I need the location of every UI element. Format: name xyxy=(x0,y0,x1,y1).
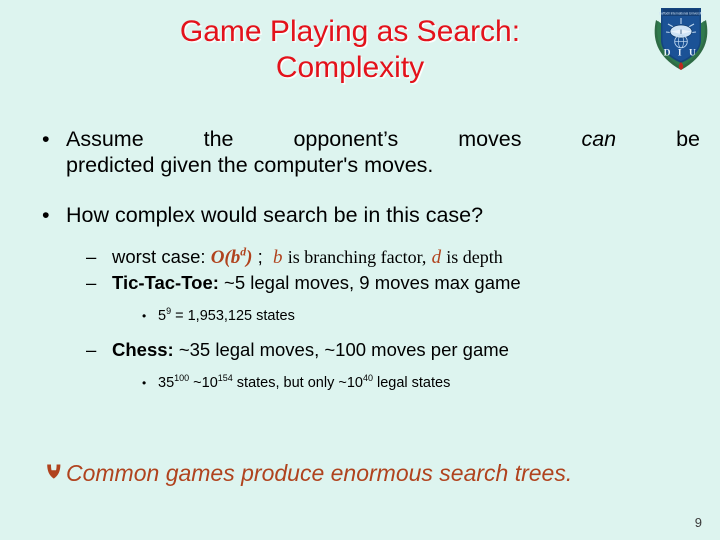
page-title: Game Playing as Search: Complexity xyxy=(60,14,640,86)
subbullet-worst-case: – worst case: O(bd) ; b is branching fac… xyxy=(78,244,700,270)
sub1-text-b: is branching factor, xyxy=(287,247,427,267)
chess-mid-2: states, but only ~10 xyxy=(232,375,363,391)
subbullet-chess: – Chess: ~35 legal moves, ~100 moves per… xyxy=(78,337,700,362)
ttt-states-rest: = 1,953,125 states xyxy=(171,308,295,324)
diu-letters: D I U xyxy=(664,49,699,59)
sub1-var-d: d xyxy=(431,247,442,268)
bullet-marker-icon: • xyxy=(142,309,147,323)
closing-text: Common games produce enormous search tre… xyxy=(66,460,573,486)
chess-base-1: 35 xyxy=(158,375,175,391)
bullet-marker-icon: • xyxy=(42,203,50,227)
bullet-how-complex: • How complex would search be in this ca… xyxy=(30,202,700,228)
chess-tail: legal states xyxy=(372,375,451,391)
ttt-states-base: 5 xyxy=(158,308,167,324)
diu-crest-icon: Daffodil International University D I U xyxy=(654,8,708,70)
svg-text:Daffodil International Univers: Daffodil International University xyxy=(659,12,703,16)
dash-marker-icon: – xyxy=(86,339,97,360)
bullet-marker-icon: • xyxy=(142,376,147,390)
slide-canvas: Daffodil International University D I U xyxy=(0,0,720,540)
bullet1-line2: predicted given the computer's moves. xyxy=(66,153,434,177)
sub1-separator: ; xyxy=(257,246,263,267)
title-line-1: Game Playing as Search: xyxy=(179,15,521,48)
sub1-label: worst case: xyxy=(112,246,206,267)
slide-body: • Assume the opponent’s moves can be pre… xyxy=(30,126,700,394)
sub3-text: ~35 legal moves, ~100 moves per game xyxy=(178,339,509,360)
sub1-formula: O(bd) xyxy=(210,246,253,268)
sub3-label: Chess: xyxy=(112,339,174,360)
title-line-2: Complexity xyxy=(275,51,425,84)
bullet-marker-icon: • xyxy=(42,127,50,151)
chess-exponent-3: 40 xyxy=(362,373,373,384)
sub1-var-b: b xyxy=(273,247,283,268)
detail-chess-states: • 35100 ~10154 states, but only ~1040 le… xyxy=(136,372,700,394)
arrow-bullet-icon xyxy=(44,460,64,490)
curved-arrow-icon xyxy=(47,464,61,479)
subbullet-tic-tac-toe: – Tic-Tac-Toe: ~5 legal moves, 9 moves m… xyxy=(78,270,700,295)
sub1-text-d: is depth xyxy=(446,247,503,267)
university-logo: Daffodil International University D I U xyxy=(650,4,712,72)
closing-statement: Common games produce enormous search tre… xyxy=(44,458,684,490)
bullet1-w5: be xyxy=(676,127,700,151)
page-number: 9 xyxy=(694,515,702,530)
bullet1-w3: opponent’s xyxy=(293,127,399,151)
bullet1-w1: Assume xyxy=(66,127,144,151)
bullet2-text: How complex would search be in this case… xyxy=(66,203,484,227)
sub2-label: Tic-Tac-Toe: xyxy=(112,272,219,293)
bullet1-line1: Assume the opponent’s moves can be xyxy=(66,126,700,152)
bullet1-w2: the xyxy=(203,127,234,151)
sub2-text: ~5 legal moves, 9 moves max game xyxy=(224,272,521,293)
chess-exponent-2: 154 xyxy=(217,373,233,384)
dash-marker-icon: – xyxy=(86,272,97,293)
chess-exponent-1: 100 xyxy=(174,373,190,384)
chess-mid-1: ~10 xyxy=(189,375,218,391)
dash-marker-icon: – xyxy=(86,246,97,267)
sub1-formula-base: O(b xyxy=(210,247,241,268)
bullet-assume-opponent: • Assume the opponent’s moves can be pre… xyxy=(30,126,700,178)
bullet1-w4: moves xyxy=(458,127,522,151)
bullet1-emphasis-can: can xyxy=(581,127,617,151)
detail-tic-tac-toe-states: • 59 = 1,953,125 states xyxy=(136,305,700,327)
sub1-formula-close: ) xyxy=(246,247,253,268)
